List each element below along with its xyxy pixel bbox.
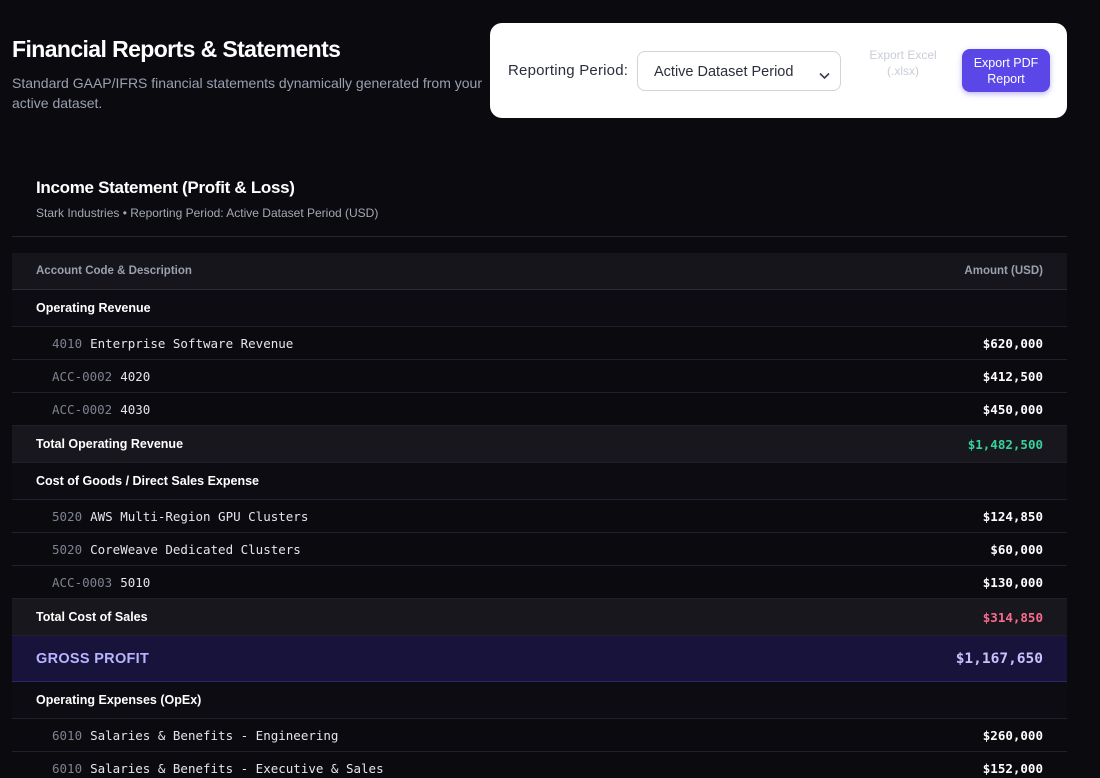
amount-value: $450,000 bbox=[982, 401, 1043, 417]
table-row[interactable]: 5020 AWS Multi-Region GPU Clusters $124,85… bbox=[12, 500, 1067, 533]
page-subtitle: Standard GAAP/IFRS financial statements … bbox=[12, 75, 482, 111]
account-description: 4020 bbox=[120, 368, 151, 384]
total-amount: $1,482,500 bbox=[967, 436, 1043, 452]
reporting-period-select[interactable]: Active Dataset Period bbox=[637, 51, 841, 91]
table-row[interactable]: 5020 CoreWeave Dedicated Clusters $60,000 bbox=[12, 533, 1067, 566]
account-code: ACC-0002 bbox=[52, 401, 113, 417]
export-excel-button[interactable]: Export Excel (.xlsx) bbox=[862, 47, 944, 95]
page-header: Financial Reports & Statements Standard … bbox=[12, 36, 482, 113]
amount-value: $60,000 bbox=[990, 541, 1043, 557]
income-statement-table: Account Code & Description Amount (USD) … bbox=[12, 253, 1067, 778]
statement-header: Income Statement (Profit & Loss) Stark I… bbox=[36, 178, 378, 220]
column-header-account: Account Code & Description bbox=[36, 265, 192, 277]
account-description: 4030 bbox=[120, 401, 151, 417]
gross-profit-label: GROSS PROFIT bbox=[36, 650, 150, 667]
column-header-amount: Amount (USD) bbox=[964, 265, 1043, 277]
section-label: Cost of Goods / Direct Sales Expense bbox=[36, 474, 259, 488]
amount-value: $620,000 bbox=[982, 335, 1043, 351]
amount-value: $124,850 bbox=[982, 508, 1043, 524]
account-code: 4010 bbox=[52, 335, 83, 351]
account-code: 6010 bbox=[52, 727, 83, 743]
table-row[interactable]: 4010 Enterprise Software Revenue $620,000 bbox=[12, 327, 1067, 360]
section-row: Operating Expenses (OpEx) bbox=[12, 682, 1067, 719]
account-description: Salaries & Benefits - Executive & Sales bbox=[90, 760, 384, 776]
table-row[interactable]: ACC-0003 5010 $130,000 bbox=[12, 566, 1067, 599]
account-description: Enterprise Software Revenue bbox=[90, 335, 294, 351]
account-description: AWS Multi-Region GPU Clusters bbox=[90, 508, 309, 524]
reporting-period-label: Reporting Period: bbox=[508, 62, 629, 79]
gross-profit-row: GROSS PROFIT $1,167,650 bbox=[12, 636, 1067, 682]
account-code: 5020 bbox=[52, 508, 83, 524]
account-code: 6010 bbox=[52, 760, 83, 776]
account-code: 5020 bbox=[52, 541, 83, 557]
statement-title: Income Statement (Profit & Loss) bbox=[36, 178, 295, 197]
divider bbox=[12, 236, 1067, 237]
account-code: ACC-0002 bbox=[52, 368, 113, 384]
total-label: Total Operating Revenue bbox=[36, 437, 184, 451]
reporting-period-value: Active Dataset Period bbox=[654, 64, 794, 80]
page: Financial Reports & Statements Standard … bbox=[0, 0, 1100, 778]
total-row: Total Cost of Sales $314,850 bbox=[12, 599, 1067, 636]
table-header-row: Account Code & Description Amount (USD) bbox=[12, 253, 1067, 290]
table-row[interactable]: 6010 Salaries & Benefits - Executive & Sa… bbox=[12, 752, 1067, 778]
table-row[interactable]: 6010 Salaries & Benefits - Engineering $26… bbox=[12, 719, 1067, 752]
section-row: Cost of Goods / Direct Sales Expense bbox=[12, 463, 1067, 500]
total-row: Total Operating Revenue $1,482,500 bbox=[12, 426, 1067, 463]
report-controls: Reporting Period: Active Dataset Period … bbox=[490, 23, 1067, 118]
amount-value: $412,500 bbox=[982, 368, 1043, 384]
export-pdf-button[interactable]: Export PDF Report bbox=[962, 49, 1050, 92]
amount-value: $130,000 bbox=[982, 574, 1043, 590]
total-label: Total Cost of Sales bbox=[36, 610, 148, 624]
page-title: Financial Reports & Statements bbox=[12, 36, 341, 62]
account-description: 5010 bbox=[120, 574, 151, 590]
section-label: Operating Expenses (OpEx) bbox=[36, 693, 202, 707]
total-amount: $314,850 bbox=[982, 609, 1043, 625]
account-description: Salaries & Benefits - Engineering bbox=[90, 727, 339, 743]
chevron-down-icon bbox=[819, 67, 830, 85]
section-label: Operating Revenue bbox=[36, 301, 151, 315]
table-row[interactable]: ACC-0002 4020 $412,500 bbox=[12, 360, 1067, 393]
table-row[interactable]: ACC-0002 4030 $450,000 bbox=[12, 393, 1067, 426]
section-row: Operating Revenue bbox=[12, 290, 1067, 327]
account-code: ACC-0003 bbox=[52, 574, 113, 590]
account-description: CoreWeave Dedicated Clusters bbox=[90, 541, 301, 557]
amount-value: $152,000 bbox=[982, 760, 1043, 776]
gross-profit-amount: $1,167,650 bbox=[955, 650, 1043, 667]
statement-subtitle: Stark Industries • Reporting Period: Act… bbox=[36, 206, 379, 220]
scrollbar[interactable] bbox=[1086, 0, 1100, 778]
amount-value: $260,000 bbox=[982, 727, 1043, 743]
